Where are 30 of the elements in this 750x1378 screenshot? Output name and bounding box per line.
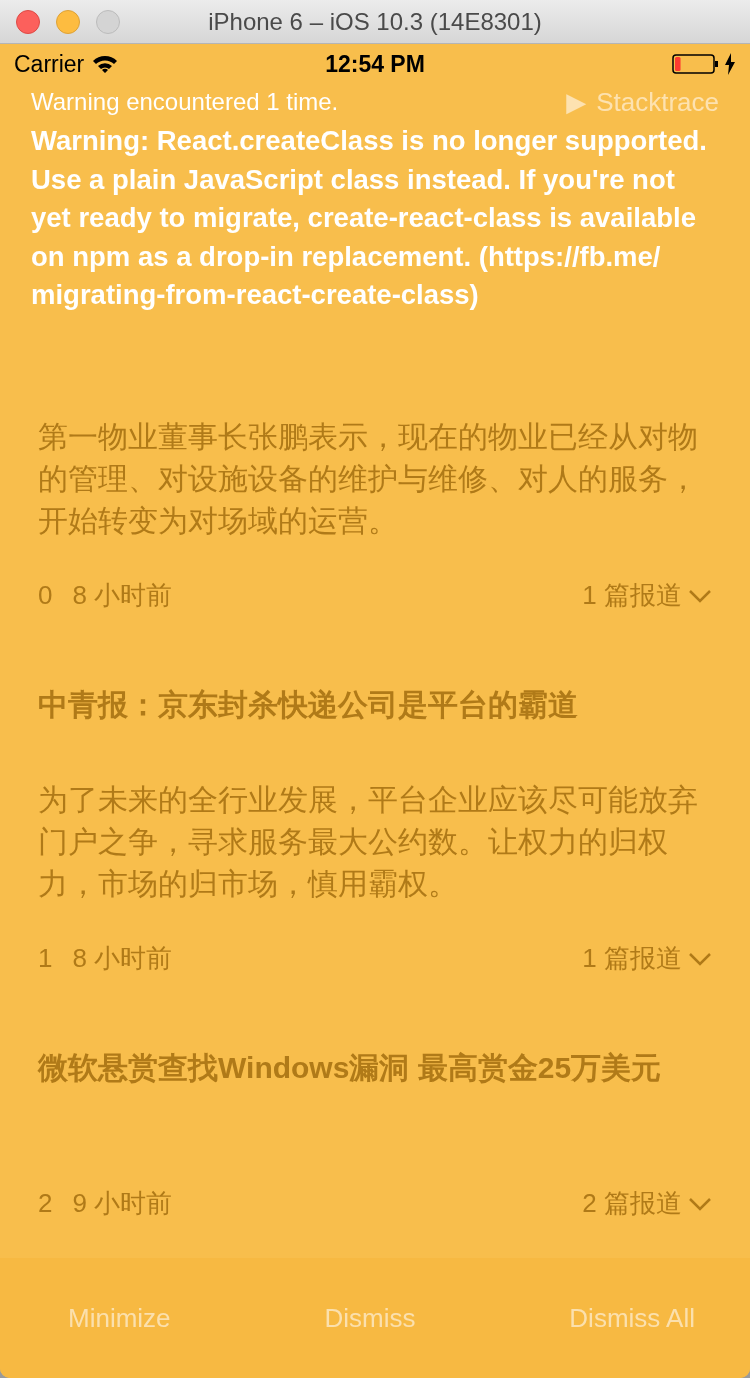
article-title: 微软悬赏查找Windows漏洞 最高赏金25万美元	[38, 1050, 663, 1086]
article-time: 8 小时前	[72, 942, 173, 975]
article-time: 8 小时前	[72, 579, 173, 612]
reports-toggle[interactable]: 2 篇报道	[582, 1186, 682, 1221]
carrier-label: Carrier	[14, 50, 85, 78]
article-index: 0	[38, 580, 53, 611]
close-button[interactable]	[16, 9, 40, 34]
battery-icon	[672, 53, 720, 75]
article-time: 9 小时前	[72, 1187, 173, 1220]
window-title: iPhone 6 – iOS 10.3 (14E8301)	[208, 7, 542, 36]
chevron-down-icon	[688, 588, 712, 603]
article-summary: 第一物业董事长张鹏表示，现在的物业已经从对物的管理、对设施设备的维护与维修、对人的服务，开始转变为对场域的运营。	[38, 419, 699, 539]
warning-message: Warning: React.createClass is no longer supported. Use a plain JavaScript class instead. If you're not yet ready to migrate, create-react-class is available on npm as a drop-in replacement. (https://fb.me/ migrating-from-react-create-class)	[31, 124, 708, 312]
dismiss-button[interactable]: Dismiss All	[569, 1302, 695, 1334]
dismiss-button[interactable]: Dismiss	[324, 1302, 416, 1334]
stacktrace-button[interactable]: ▶ Stacktrace	[566, 86, 719, 118]
minimize-button[interactable]	[56, 9, 80, 34]
reports-toggle[interactable]: 1 篇报道	[582, 578, 682, 613]
dismiss-button[interactable]: Minimize	[68, 1302, 171, 1334]
article-index: 2	[38, 1188, 53, 1219]
warning-count: Warning encountered 1 time.	[31, 88, 339, 116]
zoom-button[interactable]	[96, 9, 120, 34]
article-summary: 为了未来的全行业发展，平台企业应该尽可能放弃门户之争，寻求服务最大公约数。让权力的归权力，市场的归市场，慎用霸权。	[38, 782, 699, 902]
article-title: 中青报：京东封杀快递公司是平台的霸道	[38, 687, 579, 723]
chevron-down-icon	[688, 1196, 712, 1211]
clock: 12:54 PM	[325, 50, 425, 78]
chevron-down-icon	[688, 951, 712, 966]
article-index: 1	[38, 943, 53, 974]
reports-toggle[interactable]: 1 篇报道	[582, 941, 682, 976]
wifi-icon	[92, 54, 119, 74]
